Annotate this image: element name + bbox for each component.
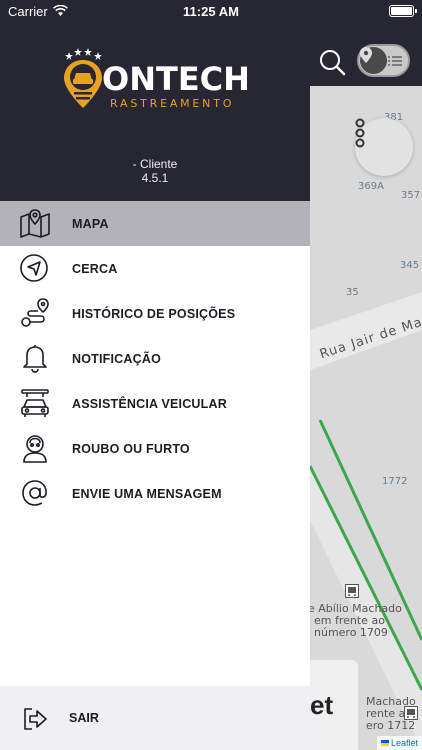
map-label: 1772 (382, 476, 408, 487)
map-icon (19, 207, 51, 239)
map-view[interactable]: 381 369A 357 345 35 1772 Rua Jair de Ma … (310, 0, 422, 750)
vertical-dots-icon (355, 118, 365, 148)
menu-item-cerca[interactable]: CERCA (0, 246, 310, 291)
menu-label: HISTÓRICO DE POSIÇÕES (72, 306, 236, 321)
client-label: - Cliente (132, 157, 178, 171)
app-logo: ONTECH RASTREAMENTO (62, 48, 250, 112)
more-options-button[interactable] (355, 118, 413, 176)
map-label: 369A (358, 181, 384, 192)
menu-item-historico[interactable]: HISTÓRICO DE POSIÇÕES (0, 291, 310, 336)
menu-label: ENVIE UMA MENSAGEM (72, 486, 222, 501)
vehicle-card[interactable]: et (310, 660, 358, 750)
menu-item-notificacao[interactable]: NOTIFICAÇÃO (0, 336, 310, 381)
bus-stop-label: e Abílio Machado em frente ao número 170… (310, 602, 402, 639)
at-sign-icon (19, 477, 51, 509)
list-icon (388, 54, 402, 68)
theft-alert-icon (19, 432, 51, 464)
navigation-arrow-icon (19, 252, 51, 284)
car-assistance-icon (19, 387, 51, 419)
drawer-header: ONTECH RASTREAMENTO - Cliente 4.5.1 (0, 0, 310, 201)
status-bar: Carrier 11:25 AM (0, 0, 422, 24)
map-label: 35 (346, 287, 359, 298)
logout-icon (22, 706, 48, 732)
menu-label: CERCA (72, 261, 118, 276)
map-pin-icon (360, 47, 387, 74)
menu-item-mapa[interactable]: MAPA (0, 201, 310, 246)
map-list-toggle[interactable] (357, 44, 410, 77)
menu-label: ASSISTÊNCIA VEICULAR (72, 396, 227, 411)
menu-label: MAPA (72, 216, 109, 231)
logout-label: SAIR (69, 711, 99, 725)
search-icon[interactable] (318, 48, 346, 76)
flag-icon (380, 740, 389, 746)
menu-label: ROUBO OU FURTO (72, 441, 190, 456)
menu-item-assistencia[interactable]: ASSISTÊNCIA VEICULAR (0, 381, 310, 426)
drawer-menu: MAPA CERCA HISTÓRICO DE POSIÇÕES NOTIFIC… (0, 201, 310, 516)
menu-item-roubo[interactable]: ROUBO OU FURTO (0, 426, 310, 471)
menu-label: NOTIFICAÇÃO (72, 351, 161, 366)
route-history-icon (19, 297, 51, 329)
clock: 11:25 AM (183, 4, 239, 19)
logo-text: ONTECH (102, 60, 250, 98)
navigation-drawer: ONTECH RASTREAMENTO - Cliente 4.5.1 MAPA… (0, 0, 310, 750)
map-label: 357 (401, 190, 421, 201)
battery-icon (389, 5, 417, 17)
bell-icon (19, 342, 51, 374)
app-version: 4.5.1 (141, 171, 169, 185)
map-attribution[interactable]: Leaflet (376, 736, 422, 750)
map-label: 345 (400, 260, 420, 271)
logout-button[interactable]: SAIR (0, 686, 310, 750)
client-info: - Cliente 4.5.1 (0, 157, 310, 185)
logo-subtitle: RASTREAMENTO (110, 97, 235, 110)
menu-item-mensagem[interactable]: ENVIE UMA MENSAGEM (0, 471, 310, 516)
